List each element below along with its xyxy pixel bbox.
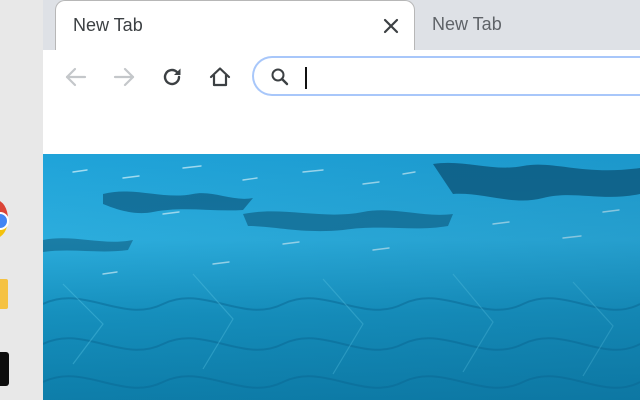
- desktop-dock: [0, 0, 43, 400]
- tab-active[interactable]: New Tab: [55, 0, 415, 50]
- terminal-icon[interactable]: [0, 352, 9, 386]
- screen: New Tab New Tab: [0, 0, 640, 400]
- back-button[interactable]: [62, 63, 90, 91]
- new-tab-page: [43, 104, 640, 400]
- forward-button[interactable]: [110, 63, 138, 91]
- browser-window: New Tab New Tab: [43, 0, 640, 400]
- address-bar[interactable]: [252, 56, 640, 96]
- reload-button[interactable]: [158, 63, 186, 91]
- folder-icon[interactable]: [0, 279, 8, 309]
- home-button[interactable]: [206, 63, 234, 91]
- chrome-icon[interactable]: [0, 200, 9, 238]
- home-icon: [207, 64, 233, 90]
- tab-inactive[interactable]: New Tab: [415, 0, 640, 50]
- arrow-right-icon: [111, 64, 137, 90]
- toolbar: [43, 50, 640, 104]
- tab-strip: New Tab New Tab: [43, 0, 640, 50]
- tab-title: New Tab: [432, 14, 502, 34]
- ocean-background-image: [43, 154, 640, 400]
- reload-icon: [159, 64, 185, 90]
- close-icon[interactable]: [380, 15, 402, 37]
- address-input[interactable]: [300, 62, 640, 90]
- arrow-left-icon: [63, 64, 89, 90]
- text-cursor: [305, 67, 307, 89]
- search-icon: [270, 67, 290, 87]
- tab-title: New Tab: [73, 15, 143, 35]
